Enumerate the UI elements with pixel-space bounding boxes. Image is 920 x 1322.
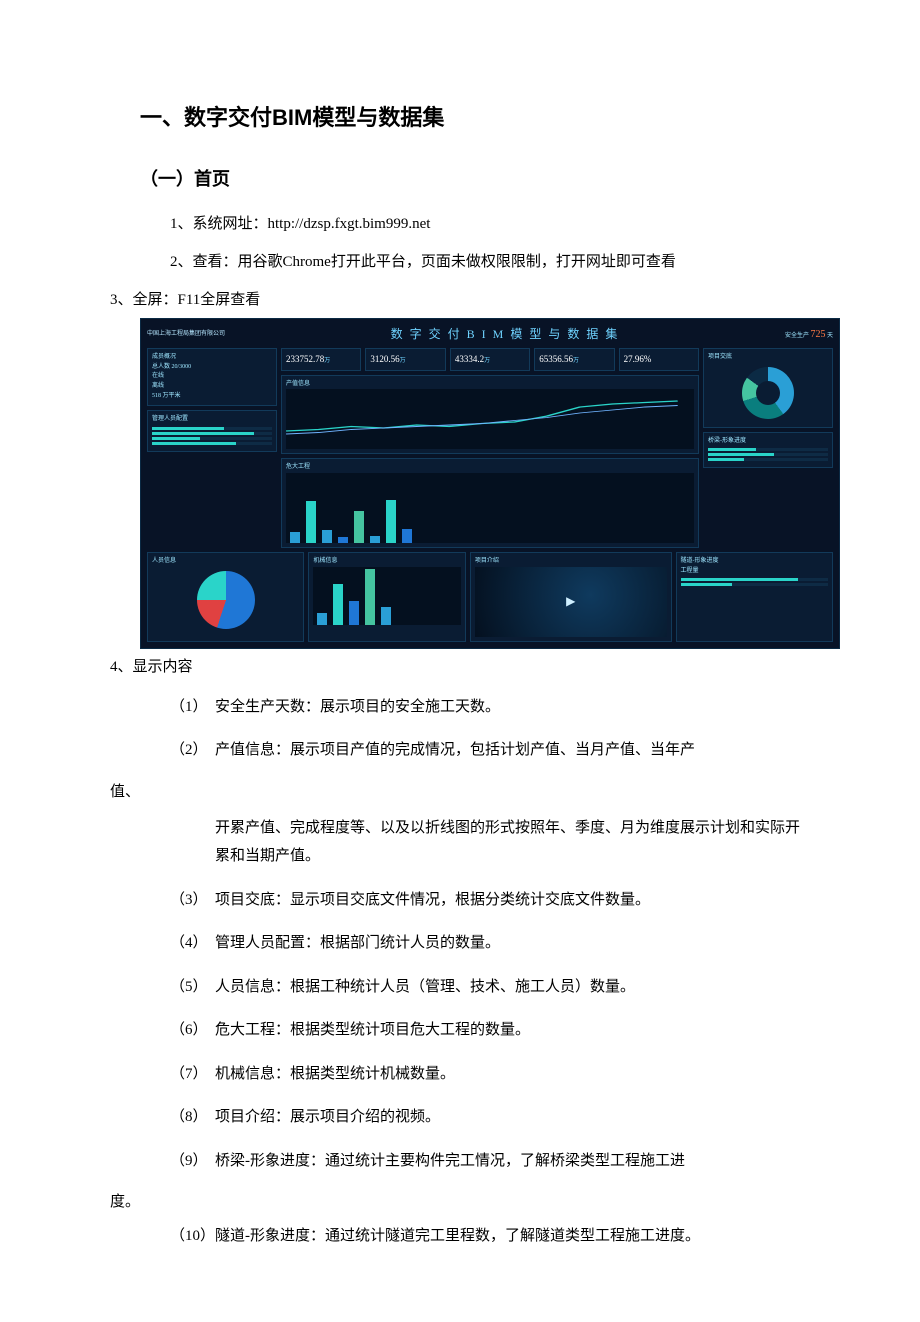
list-item-10: （10）隧道-形象进度：通过统计隧道完工里程数，了解隧道类型工程施工进度。 (140, 1224, 800, 1248)
panel-person-pie: 人员信息 (147, 552, 304, 642)
panel-tunnel: 隧道-形象进度 工程量 (676, 552, 833, 642)
panel-bridge-progress: 桥梁-形象进度 (703, 432, 833, 469)
dashboard-safe: 安全生产 725 天 (785, 327, 833, 343)
panel-danger-bars: 危大工程 (281, 458, 699, 548)
panel-member-overview: 成员概况 总人数 20/3000 在线 离线 518 万平米 (147, 348, 277, 406)
list-item: （3）项目交底：显示项目交底文件情况，根据分类统计交底文件数量。 (140, 886, 800, 915)
list-item-hang: 值、 (110, 780, 800, 804)
list-item: （4）管理人员配置：根据部门统计人员的数量。 (140, 929, 800, 958)
para-fullscreen: 3、全屏：F11全屏查看 (110, 288, 800, 312)
list-item: （2）产值信息：展示项目产值的完成情况，包括计划产值、当月产值、当年产 (140, 736, 800, 765)
list-item: （9）桥梁-形象进度：通过统计主要构件完工情况，了解桥梁类型工程施工进 (140, 1147, 800, 1176)
list-item: （5）人员信息：根据工种统计人员（管理、技术、施工人员）数量。 (140, 973, 800, 1002)
para-url: 1、系统网址：http://dzsp.fxgt.bim999.net (140, 212, 800, 236)
list-item: （8）项目介绍：展示项目介绍的视频。 (140, 1103, 800, 1132)
dashboard-org: 中国上海工程局集团有限公司 (147, 330, 225, 340)
para-display-content: 4、显示内容 (110, 655, 800, 679)
panel-machine: 机械信息 (308, 552, 465, 642)
panel-jiaodi: 项目交底 (703, 348, 833, 428)
section-title: （一）首页 (140, 165, 800, 194)
dashboard-screenshot: 中国上海工程局集团有限公司 数 字 交 付 B I M 模 型 与 数 据 集 … (140, 318, 840, 649)
page-heading: 一、数字交付BIM模型与数据集 (140, 100, 800, 135)
kpi-row: 233752.78万 3120.56万 43334.2万 65356.56万 2… (281, 348, 699, 371)
para-view: 2、查看：用谷歌Chrome打开此平台，页面未做权限限制，打开网址即可查看 (140, 250, 800, 274)
list-item-hang: 度。 (110, 1190, 800, 1214)
list-item: （1）安全生产天数：展示项目的安全施工天数。 (140, 693, 800, 722)
list-item: （6）危大工程：根据类型统计项目危大工程的数量。 (140, 1016, 800, 1045)
panel-output-line: 产值信息 (281, 375, 699, 455)
panel-staff-config: 管理人员配置 (147, 410, 277, 452)
panel-video: 项目介绍 (470, 552, 672, 642)
list-item-cont: 开累产值、完成程度等、以及以折线图的形式按照年、季度、月为维度展示计划和实际开累… (140, 814, 800, 871)
dashboard-title: 数 字 交 付 B I M 模 型 与 数 据 集 (225, 325, 785, 344)
list-item: （7）机械信息：根据类型统计机械数量。 (140, 1060, 800, 1089)
